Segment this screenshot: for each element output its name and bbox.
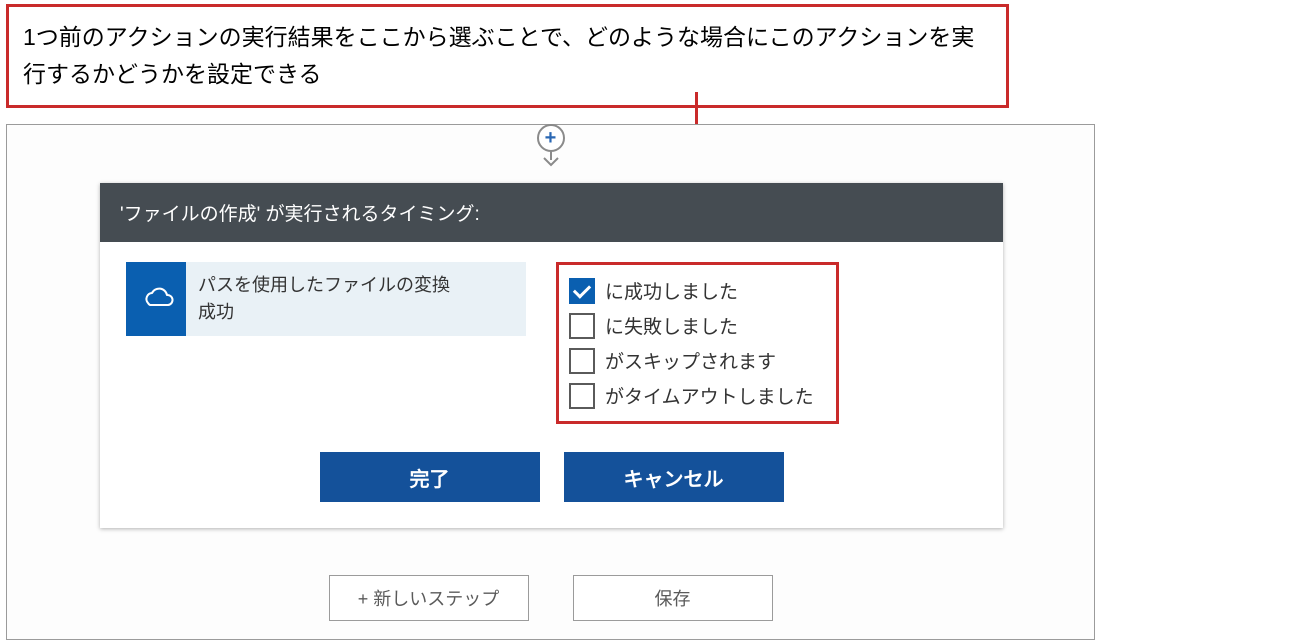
option-timeout[interactable]: がタイムアウトしました xyxy=(567,378,816,413)
onedrive-icon xyxy=(126,262,186,336)
option-success[interactable]: に成功しました xyxy=(567,273,816,308)
panel-body: パスを使用したファイルの変換 成功 に成功しました に失敗しました がスキップさ… xyxy=(100,242,1003,452)
run-after-options: に成功しました に失敗しました がスキップされます がタイムアウトしました xyxy=(556,262,839,424)
annotation-text: 1つ前のアクションの実行結果をここから選ぶことで、どのような場合にこのアクション… xyxy=(23,24,974,87)
checkbox-success[interactable] xyxy=(569,278,595,304)
checkbox-skipped[interactable] xyxy=(569,348,595,374)
arrow-down-icon xyxy=(538,150,564,168)
plus-icon: + xyxy=(537,124,565,152)
action-status: 成功 xyxy=(198,299,450,326)
option-label: に成功しました xyxy=(605,277,738,304)
footer-button-row: + 新しいステップ 保存 xyxy=(7,575,1094,621)
panel-header: 'ファイルの作成' が実行されるタイミング: xyxy=(100,183,1003,242)
checkbox-failed[interactable] xyxy=(569,313,595,339)
new-step-button[interactable]: + 新しいステップ xyxy=(329,575,529,621)
option-failed[interactable]: に失敗しました xyxy=(567,308,816,343)
run-after-config-panel: 'ファイルの作成' が実行されるタイミング: パスを使用したファイルの変換 成功… xyxy=(100,183,1003,528)
action-text-block: パスを使用したファイルの変換 成功 xyxy=(186,262,462,336)
action-title: パスを使用したファイルの変換 xyxy=(198,272,450,299)
panel-title: 'ファイルの作成' が実行されるタイミング: xyxy=(120,204,480,225)
previous-action-card[interactable]: パスを使用したファイルの変換 成功 xyxy=(126,262,526,336)
cancel-button[interactable]: キャンセル xyxy=(564,452,784,502)
option-label: がスキップされます xyxy=(605,347,776,374)
flow-canvas: + 'ファイルの作成' が実行されるタイミング: パスを使用したファイルの変換 … xyxy=(6,124,1095,640)
option-skipped[interactable]: がスキップされます xyxy=(567,343,816,378)
checkbox-timeout[interactable] xyxy=(569,383,595,409)
annotation-callout: 1つ前のアクションの実行結果をここから選ぶことで、どのような場合にこのアクション… xyxy=(6,4,1009,108)
plus-glyph: + xyxy=(545,128,557,148)
save-button[interactable]: 保存 xyxy=(573,575,773,621)
add-step-node[interactable]: + xyxy=(537,124,565,168)
done-button[interactable]: 完了 xyxy=(320,452,540,502)
panel-button-row: 完了 キャンセル xyxy=(100,452,1003,528)
option-label: がタイムアウトしました xyxy=(605,382,814,409)
option-label: に失敗しました xyxy=(605,312,738,339)
